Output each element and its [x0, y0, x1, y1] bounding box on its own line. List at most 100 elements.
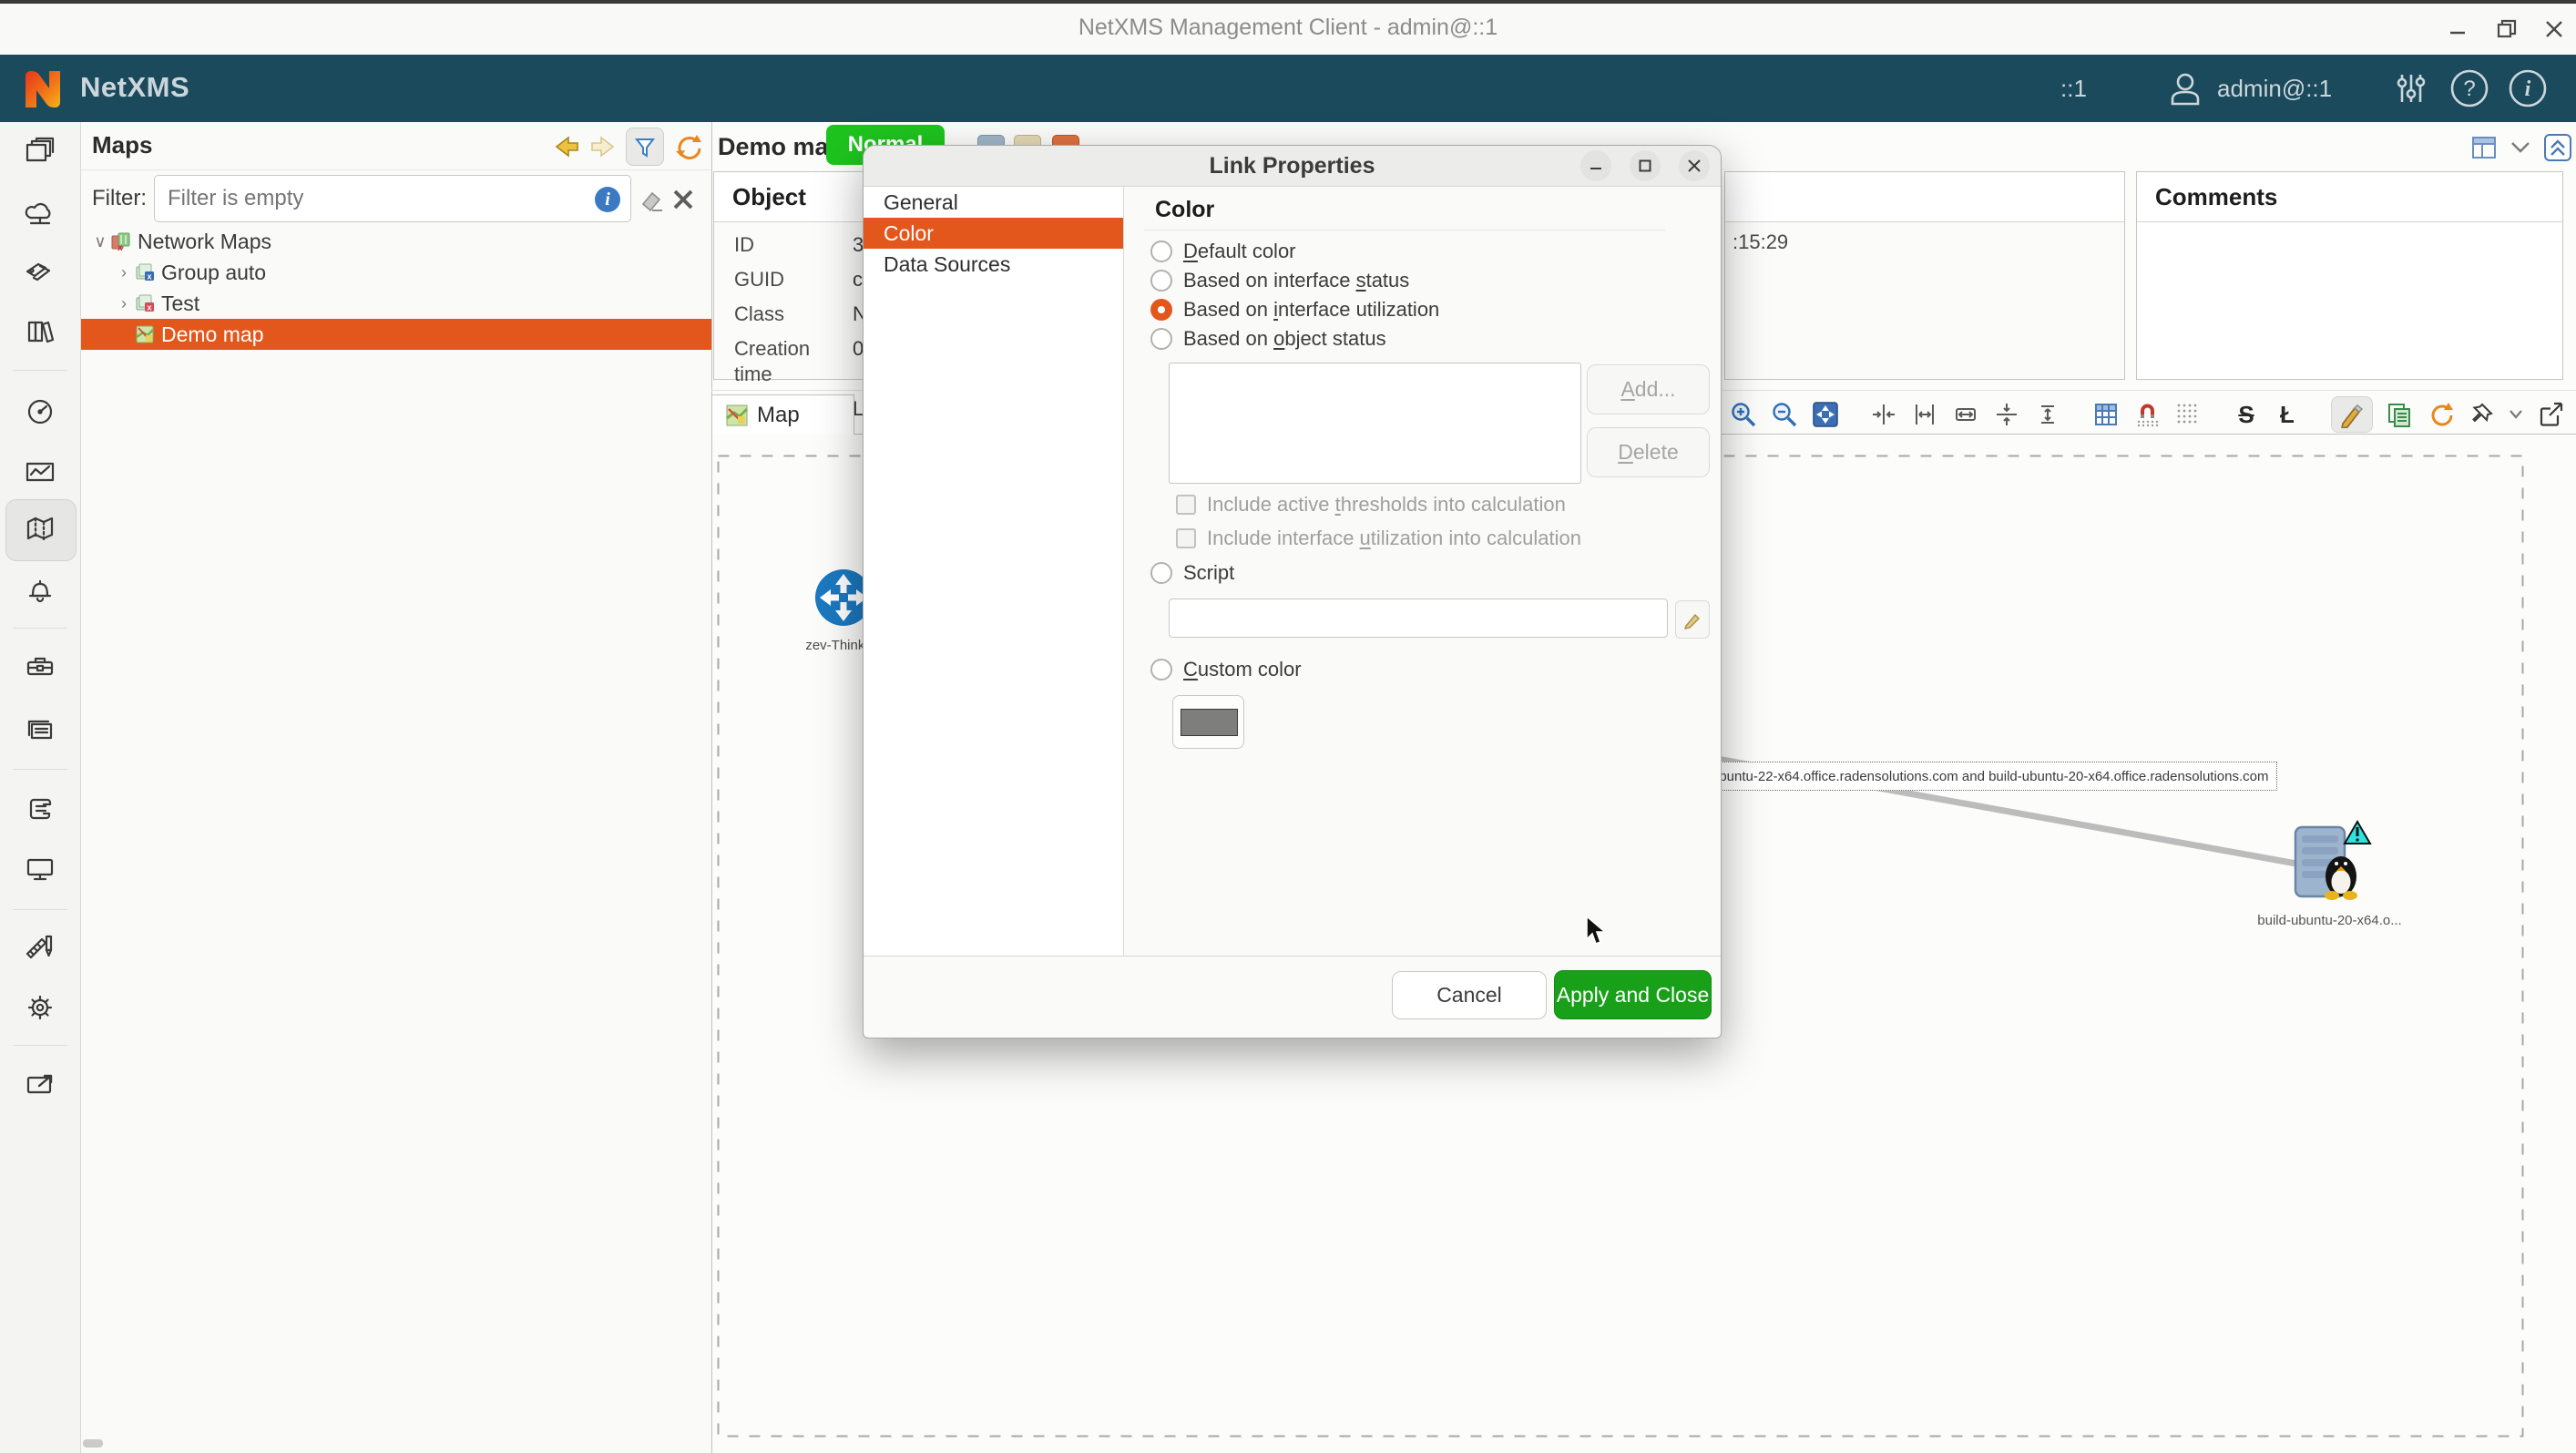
stretch-h-icon[interactable] — [1951, 400, 1980, 429]
status-s-icon[interactable]: S — [2232, 400, 2261, 429]
checkbox-icon[interactable] — [1176, 495, 1196, 515]
map-link-label[interactable]: ubuntu-22-x64.office.radensolutions.com … — [1703, 762, 2277, 791]
rail-item-scroll-icon[interactable] — [20, 789, 60, 829]
rail-item-card-stack-icon[interactable] — [20, 710, 60, 750]
cancel-button[interactable]: Cancel — [1392, 971, 1547, 1019]
server-address: ::1 — [2060, 55, 2087, 122]
tree-item-group-auto[interactable]: ›xGroup auto — [81, 257, 711, 288]
rail-item-books-icon[interactable] — [20, 312, 60, 352]
tab-map[interactable]: Map — [711, 394, 854, 435]
snap-magnet-icon[interactable] — [2132, 400, 2162, 429]
help-button[interactable]: ? — [2448, 55, 2490, 122]
map-node-linux-server[interactable] — [2285, 818, 2372, 906]
filter-label: Filter: — [92, 186, 147, 211]
dialog-section-title: Color — [1155, 197, 1214, 223]
horizontal-scrollbar[interactable] — [83, 1439, 103, 1448]
window-title: NetXMS Management Client - admin@::1 — [0, 15, 2576, 41]
radio-based-on-interface-utilization[interactable]: Based on interface utilization — [1150, 298, 1439, 322]
copy-decorations-icon[interactable] — [2385, 400, 2414, 429]
radio-custom-color[interactable]: Custom color — [1150, 658, 1302, 681]
radio-based-on-interface-status[interactable]: Based on interface status — [1150, 269, 1409, 292]
script-input[interactable] — [1169, 599, 1668, 638]
window-minimize-button[interactable] — [2439, 13, 2476, 46]
rail-item-stacked-windows-icon[interactable] — [20, 131, 60, 171]
rail-item-cloud-network-icon[interactable] — [20, 194, 60, 234]
window-restore-button[interactable] — [2489, 13, 2525, 46]
tree-item-test[interactable]: ›xTest — [81, 288, 711, 319]
grid-table-icon[interactable] — [2091, 400, 2121, 429]
checkbox-icon[interactable] — [1176, 528, 1196, 548]
script-edit-button[interactable] — [1675, 600, 1710, 639]
dialog-minimize-button[interactable] — [1580, 150, 1611, 181]
stretch-v-icon[interactable] — [2033, 400, 2062, 429]
radio-default-color[interactable]: Default color — [1150, 240, 1296, 263]
refresh-icon[interactable] — [2426, 400, 2455, 429]
refresh-icon[interactable] — [673, 132, 702, 161]
dot-grid-icon[interactable] — [2173, 400, 2203, 429]
checkbox-include-active-thresholds[interactable]: Include active thresholds into calculati… — [1176, 493, 1566, 517]
link-l-icon[interactable]: Ł — [2273, 400, 2302, 429]
align-v-icon[interactable] — [1992, 400, 2021, 429]
about-button[interactable]: i — [2507, 55, 2549, 122]
tree-chevron-icon[interactable]: › — [114, 294, 134, 313]
rail-item-gear-icon[interactable] — [20, 987, 60, 1028]
zoom-out-icon[interactable] — [1770, 400, 1799, 429]
tree-chevron-icon[interactable]: › — [114, 263, 134, 282]
back-arrow-icon[interactable] — [553, 133, 580, 160]
mouse-cursor — [1585, 916, 1610, 946]
pin-icon[interactable] — [2467, 400, 2496, 429]
rail-item-gauge-icon[interactable] — [20, 391, 60, 431]
interface-list[interactable] — [1169, 363, 1581, 484]
rail-item-export-window-icon[interactable] — [20, 1065, 60, 1105]
dialog-maximize-button[interactable] — [1630, 150, 1661, 181]
tree-chevron-icon[interactable]: ∨ — [90, 232, 110, 251]
zoom-in-icon[interactable] — [1729, 400, 1758, 429]
edit-pencil-icon[interactable] — [2331, 396, 2373, 433]
radio-based-on-object-status[interactable]: Based on object status — [1150, 327, 1386, 351]
rail-item-ruler-pencil-icon[interactable] — [20, 926, 60, 967]
apply-and-close-button[interactable]: Apply and Close — [1554, 970, 1712, 1019]
radio-button-icon[interactable] — [1150, 299, 1172, 321]
dialog-nav-color[interactable]: Color — [864, 218, 1123, 249]
dialog-nav-data-sources[interactable]: Data Sources — [864, 249, 1123, 280]
window-close-button[interactable] — [2536, 13, 2572, 46]
filter-input[interactable] — [154, 175, 631, 222]
forward-arrow-icon[interactable] — [589, 133, 617, 160]
filter-clear-eraser-icon[interactable] — [639, 188, 665, 213]
radio-button-icon[interactable] — [1150, 562, 1172, 584]
tree-item-network-maps[interactable]: ∨xNetwork Maps — [81, 226, 711, 257]
chevron-down-small-icon[interactable] — [2508, 400, 2524, 429]
svg-text:x: x — [147, 303, 152, 313]
filter-icon[interactable] — [626, 128, 664, 166]
radio-script[interactable]: Script — [1150, 561, 1234, 585]
radio-button-icon[interactable] — [1150, 328, 1172, 350]
add-button[interactable]: Add... — [1587, 364, 1710, 414]
comments-panel: Comments — [2136, 171, 2563, 380]
rail-item-line-chart-icon[interactable] — [20, 452, 60, 492]
tree-item-demo-map[interactable]: Demo map — [81, 319, 711, 350]
rail-item-folded-map-icon[interactable] — [20, 509, 60, 549]
chevron-down-icon[interactable] — [2510, 141, 2530, 154]
align-h-2-icon[interactable] — [1910, 400, 1939, 429]
rail-item-toolbox-icon[interactable] — [20, 646, 60, 686]
rail-item-tags-icon[interactable] — [20, 253, 60, 293]
preferences-button[interactable] — [2392, 55, 2430, 122]
rail-item-bell-icon[interactable] — [20, 570, 60, 610]
dialog-nav-general[interactable]: General — [864, 187, 1123, 218]
custom-color-swatch[interactable] — [1172, 695, 1244, 749]
help-icon: ? — [2448, 67, 2490, 109]
collapse-panel-icon[interactable] — [2543, 133, 2572, 162]
layout-columns-icon[interactable] — [2470, 134, 2498, 161]
user-menu[interactable]: admin@::1 — [2166, 55, 2332, 122]
radio-button-icon[interactable] — [1150, 659, 1172, 680]
filter-close-icon[interactable] — [671, 188, 695, 211]
delete-button[interactable]: Delete — [1587, 427, 1710, 477]
align-h-1-icon[interactable] — [1869, 400, 1898, 429]
dialog-close-button[interactable] — [1679, 150, 1710, 181]
radio-button-icon[interactable] — [1150, 270, 1172, 292]
radio-button-icon[interactable] — [1150, 240, 1172, 262]
open-external-icon[interactable] — [2536, 400, 2565, 429]
zoom-fit-icon[interactable] — [1811, 400, 1840, 429]
rail-item-monitor-icon[interactable] — [20, 849, 60, 889]
checkbox-include-interface-utilization[interactable]: Include interface utilization into calcu… — [1176, 527, 1581, 550]
